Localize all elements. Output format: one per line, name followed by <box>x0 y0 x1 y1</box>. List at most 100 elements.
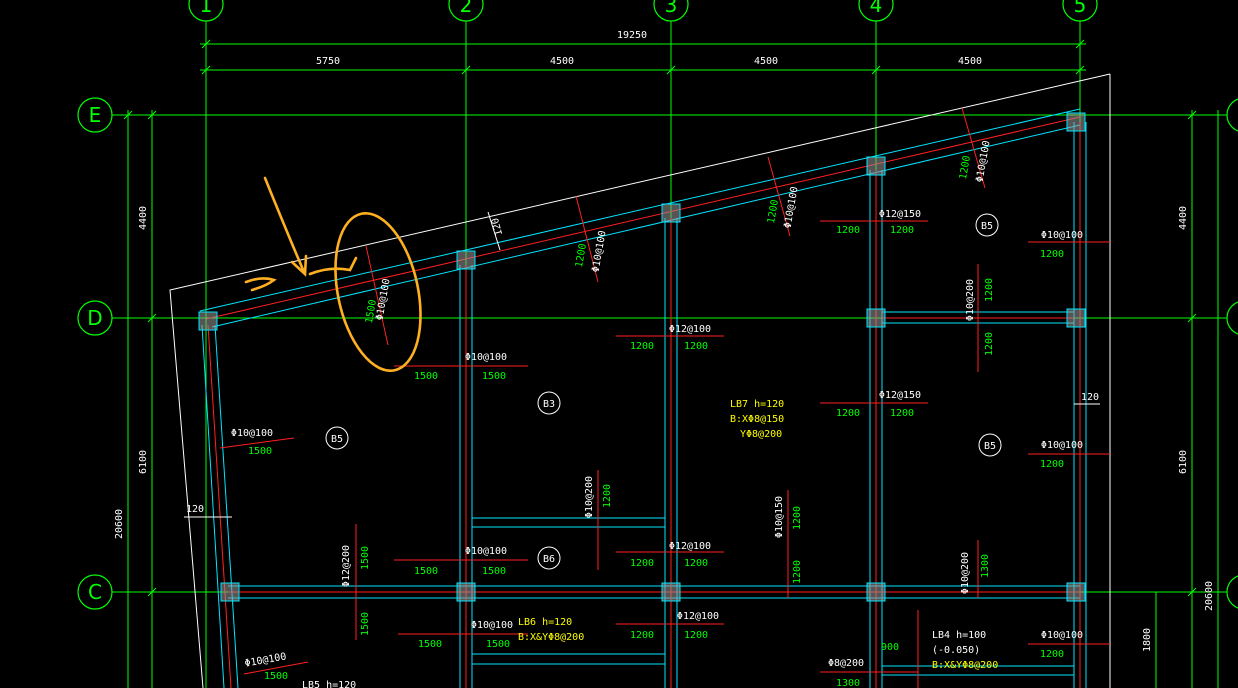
rebar-length-label: 1200 <box>684 341 708 352</box>
axis-4-label: 4 <box>870 0 883 17</box>
axis-c-label: C <box>88 580 102 604</box>
rebar-spec-label: Φ10@100 <box>374 278 392 321</box>
left-dimensions <box>123 110 157 688</box>
rebar-length-label: 1200 <box>684 630 708 641</box>
rebar-spec-label: Φ10@100 <box>1041 440 1083 451</box>
note-lb4-h: LB4 h=100 <box>932 630 986 641</box>
columns <box>198 112 1086 602</box>
rebar-spec-label: Φ12@200 <box>341 545 352 587</box>
slab-tag-b5-left: B5 <box>331 434 343 445</box>
rebar-spec-label: Φ10@100 <box>231 428 273 439</box>
rebar-length-label: 1500 <box>482 371 506 382</box>
structural-drawing: 1 2 3 4 5 E D C 19250 5750 4500 4500 450… <box>77 0 1238 688</box>
rebar-spec-label: Φ12@150 <box>879 390 921 401</box>
rebar-spec-label: Φ10@100 <box>465 546 507 557</box>
slab-tag-b5-right: B5 <box>984 441 996 452</box>
dim-left-e-d: 4400 <box>138 206 149 230</box>
beam-rebar <box>205 116 1081 688</box>
rebar-length-label: 1500 <box>486 639 510 650</box>
rebar-length-label: 1200 <box>602 484 613 508</box>
rebar-length-label: 1200 <box>890 408 914 419</box>
arrow-icon <box>263 176 306 274</box>
rebar-spec-label: Φ12@100 <box>669 324 711 335</box>
dim-left-d-c: 6100 <box>138 450 149 474</box>
axis-1-label: 1 <box>200 0 213 17</box>
rebar-length-label: 1200 <box>984 332 995 356</box>
rebar-length-label: 1500 <box>414 566 438 577</box>
rebar-length-label: 1200 <box>574 243 589 269</box>
rebar-spec-label: Φ10@100 <box>1041 230 1083 241</box>
rebar-length-label: 1500 <box>264 671 288 682</box>
note-lb7-y: YΦ8@200 <box>740 429 782 440</box>
thickness-dim-marks <box>184 211 1100 518</box>
rebar-spec-label: Φ12@100 <box>669 541 711 552</box>
axis-5-label: 5 <box>1074 0 1087 17</box>
rebar-spec-label: Φ10@100 <box>590 230 608 273</box>
rebar-length-label: 1500 <box>418 639 442 650</box>
rebar-length-label: 1200 <box>630 558 654 569</box>
thickness-left-beam: 120 <box>186 504 204 515</box>
rebar-spec-label: Φ10@100 <box>465 352 507 363</box>
rebar-spec-label: Φ8@200 <box>828 658 864 669</box>
rebar-spec-label: Φ10@200 <box>965 279 976 321</box>
rebar-length-label: 1200 <box>836 225 860 236</box>
slab-tag-b6: B6 <box>543 554 555 565</box>
dim-right-e-d: 4400 <box>1178 206 1189 230</box>
note-lb7-h: LB7 h=120 <box>730 399 784 410</box>
dim-span-3-4: 4500 <box>754 56 778 67</box>
note-lb4-xy: B:X&YΦ8@200 <box>932 660 998 671</box>
annotation-markup <box>244 176 422 372</box>
note-lb5-h: LB5 h=120 <box>302 680 356 688</box>
rebar-length-label: 1500 <box>360 612 371 636</box>
dim-left-total: 20600 <box>114 509 125 539</box>
beams <box>199 108 1087 688</box>
ellipse-highlight <box>334 212 422 372</box>
rebar-spec-label: Φ10@200 <box>584 476 595 518</box>
slab-tag-b3: B3 <box>543 399 555 410</box>
rebar-length-label: 1200 <box>1040 649 1064 660</box>
rebar-length-label: 1200 <box>836 408 860 419</box>
axis-3-label: 3 <box>665 0 678 17</box>
rebar-length-label: 1200 <box>766 199 781 225</box>
rebar-length-label: 1500 <box>248 446 272 457</box>
rebar-length-label: 1500 <box>414 371 438 382</box>
dim-span-1-2: 5750 <box>316 56 340 67</box>
rebar-length-label: 1200 <box>792 506 803 530</box>
rebar-length-label: 1200 <box>1040 249 1064 260</box>
rebar-length-label: 1200 <box>1040 459 1064 470</box>
rebar-length-label: 1500 <box>482 566 506 577</box>
note-lb6-h: LB6 h=120 <box>518 617 572 628</box>
note-lb7-x: B:XΦ8@150 <box>730 414 784 425</box>
dim-right-total: 20600 <box>1204 581 1215 611</box>
axis-2-label: 2 <box>460 0 473 17</box>
rebar-spec-label: Φ10@100 <box>1041 630 1083 641</box>
dim-span-2-3: 4500 <box>550 56 574 67</box>
rebar-length-label: 1200 <box>890 225 914 236</box>
rebar-spec-label: Φ12@100 <box>677 611 719 622</box>
dim-right-d-c: 6100 <box>1178 450 1189 474</box>
rebar-length-label: 1200 <box>792 560 803 584</box>
axis-d-label: D <box>87 306 102 330</box>
dim-right-lower: 1800 <box>1142 628 1153 652</box>
squiggle-mark <box>244 277 277 292</box>
rebar-spec-label: Φ10@100 <box>471 620 513 631</box>
note-lb4-elev: (-0.050) <box>932 645 980 656</box>
dim-total-top: 19250 <box>617 30 647 41</box>
thickness-top-beam: 120 <box>490 217 505 237</box>
rebar-length-label: 1500 <box>360 546 371 570</box>
note-lb6-xy: B:X&YΦ8@200 <box>518 632 584 643</box>
rebar-length-label: 1200 <box>984 278 995 302</box>
slab-tag-b5-top: B5 <box>981 221 993 232</box>
thickness-right-beam: 120 <box>1081 392 1099 403</box>
rebar-length-label: 1300 <box>836 678 860 688</box>
rebar-spec-label: Φ10@200 <box>960 552 971 594</box>
rebar-length-label: 1200 <box>958 155 973 181</box>
rebar-length-label: 1300 <box>980 554 991 578</box>
rebar-length-label: 1200 <box>630 341 654 352</box>
rebar-spec-label: Φ10@150 <box>774 496 785 538</box>
dim-span-4-5: 4500 <box>958 56 982 67</box>
rebar-spec-label: Φ10@100 <box>782 186 800 229</box>
rebar-spec-label: Φ10@100 <box>974 140 992 183</box>
squiggle-mark <box>308 256 358 276</box>
rebar-length-label: 1200 <box>684 558 708 569</box>
